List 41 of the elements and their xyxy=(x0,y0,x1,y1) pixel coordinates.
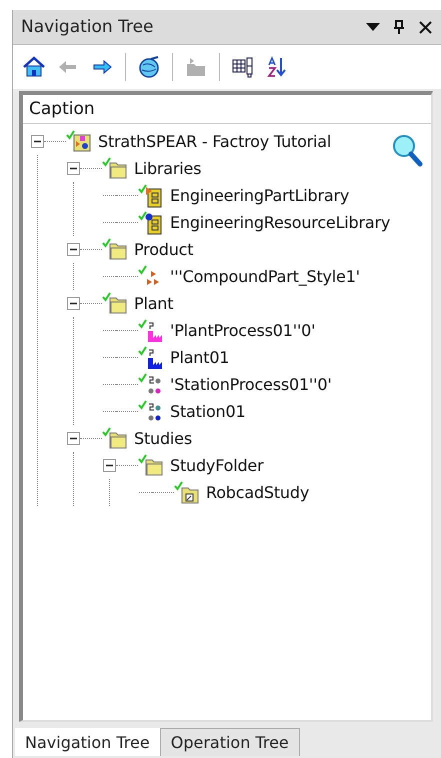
tree-item[interactable]: Libraries xyxy=(134,159,202,178)
folder-icon xyxy=(184,55,208,79)
collapse-toggle[interactable] xyxy=(31,135,44,148)
collapse-toggle[interactable] xyxy=(103,459,116,472)
tree-item[interactable]: RobcadStudy xyxy=(206,483,310,502)
folder-icon xyxy=(138,454,164,478)
plant-icon xyxy=(138,346,164,370)
tab[interactable]: Operation Tree xyxy=(160,728,300,756)
folder-icon xyxy=(102,238,128,262)
tree-item[interactable]: StrathSPEAR - Factroy Tutorial xyxy=(98,132,332,151)
tree-item[interactable]: 'PlantProcess01''0' xyxy=(170,321,316,340)
folder-icon xyxy=(102,426,128,450)
tree-item[interactable]: 'StationProcess01''0' xyxy=(170,375,332,394)
part-library-icon xyxy=(138,184,164,208)
tree-item[interactable]: Station01 xyxy=(170,402,246,421)
study-icon xyxy=(174,480,200,504)
plant-process-icon xyxy=(138,318,164,342)
panel-title: Navigation Tree xyxy=(21,17,155,37)
tree-item[interactable]: Plant xyxy=(134,294,174,313)
globe-icon xyxy=(137,55,161,79)
project-icon xyxy=(66,130,92,154)
pin-button[interactable] xyxy=(391,19,407,35)
tree-item[interactable]: Product xyxy=(134,240,194,259)
tree-item[interactable]: Plant01 xyxy=(170,348,230,367)
tree-item[interactable]: EngineeringResourceLibrary xyxy=(170,213,390,232)
collapse-toggle[interactable] xyxy=(67,432,80,445)
columns-icon xyxy=(231,55,255,79)
resource-library-icon xyxy=(138,210,164,234)
tree-item[interactable]: StudyFolder xyxy=(170,456,264,475)
search-icon[interactable] xyxy=(391,133,423,167)
tab[interactable]: Navigation Tree xyxy=(15,728,161,756)
folder-icon xyxy=(102,292,128,316)
tree-item[interactable]: Studies xyxy=(134,429,192,448)
collapse-toggle[interactable] xyxy=(67,162,80,175)
folder-icon xyxy=(102,156,128,180)
close-button[interactable] xyxy=(417,19,433,35)
collapse-toggle[interactable] xyxy=(67,297,80,310)
tree-item[interactable]: EngineeringPartLibrary xyxy=(170,186,350,205)
home-icon xyxy=(22,55,46,79)
tree-item[interactable]: '''CompoundPart_Style1' xyxy=(170,267,360,286)
collapse-toggle[interactable] xyxy=(67,243,80,256)
